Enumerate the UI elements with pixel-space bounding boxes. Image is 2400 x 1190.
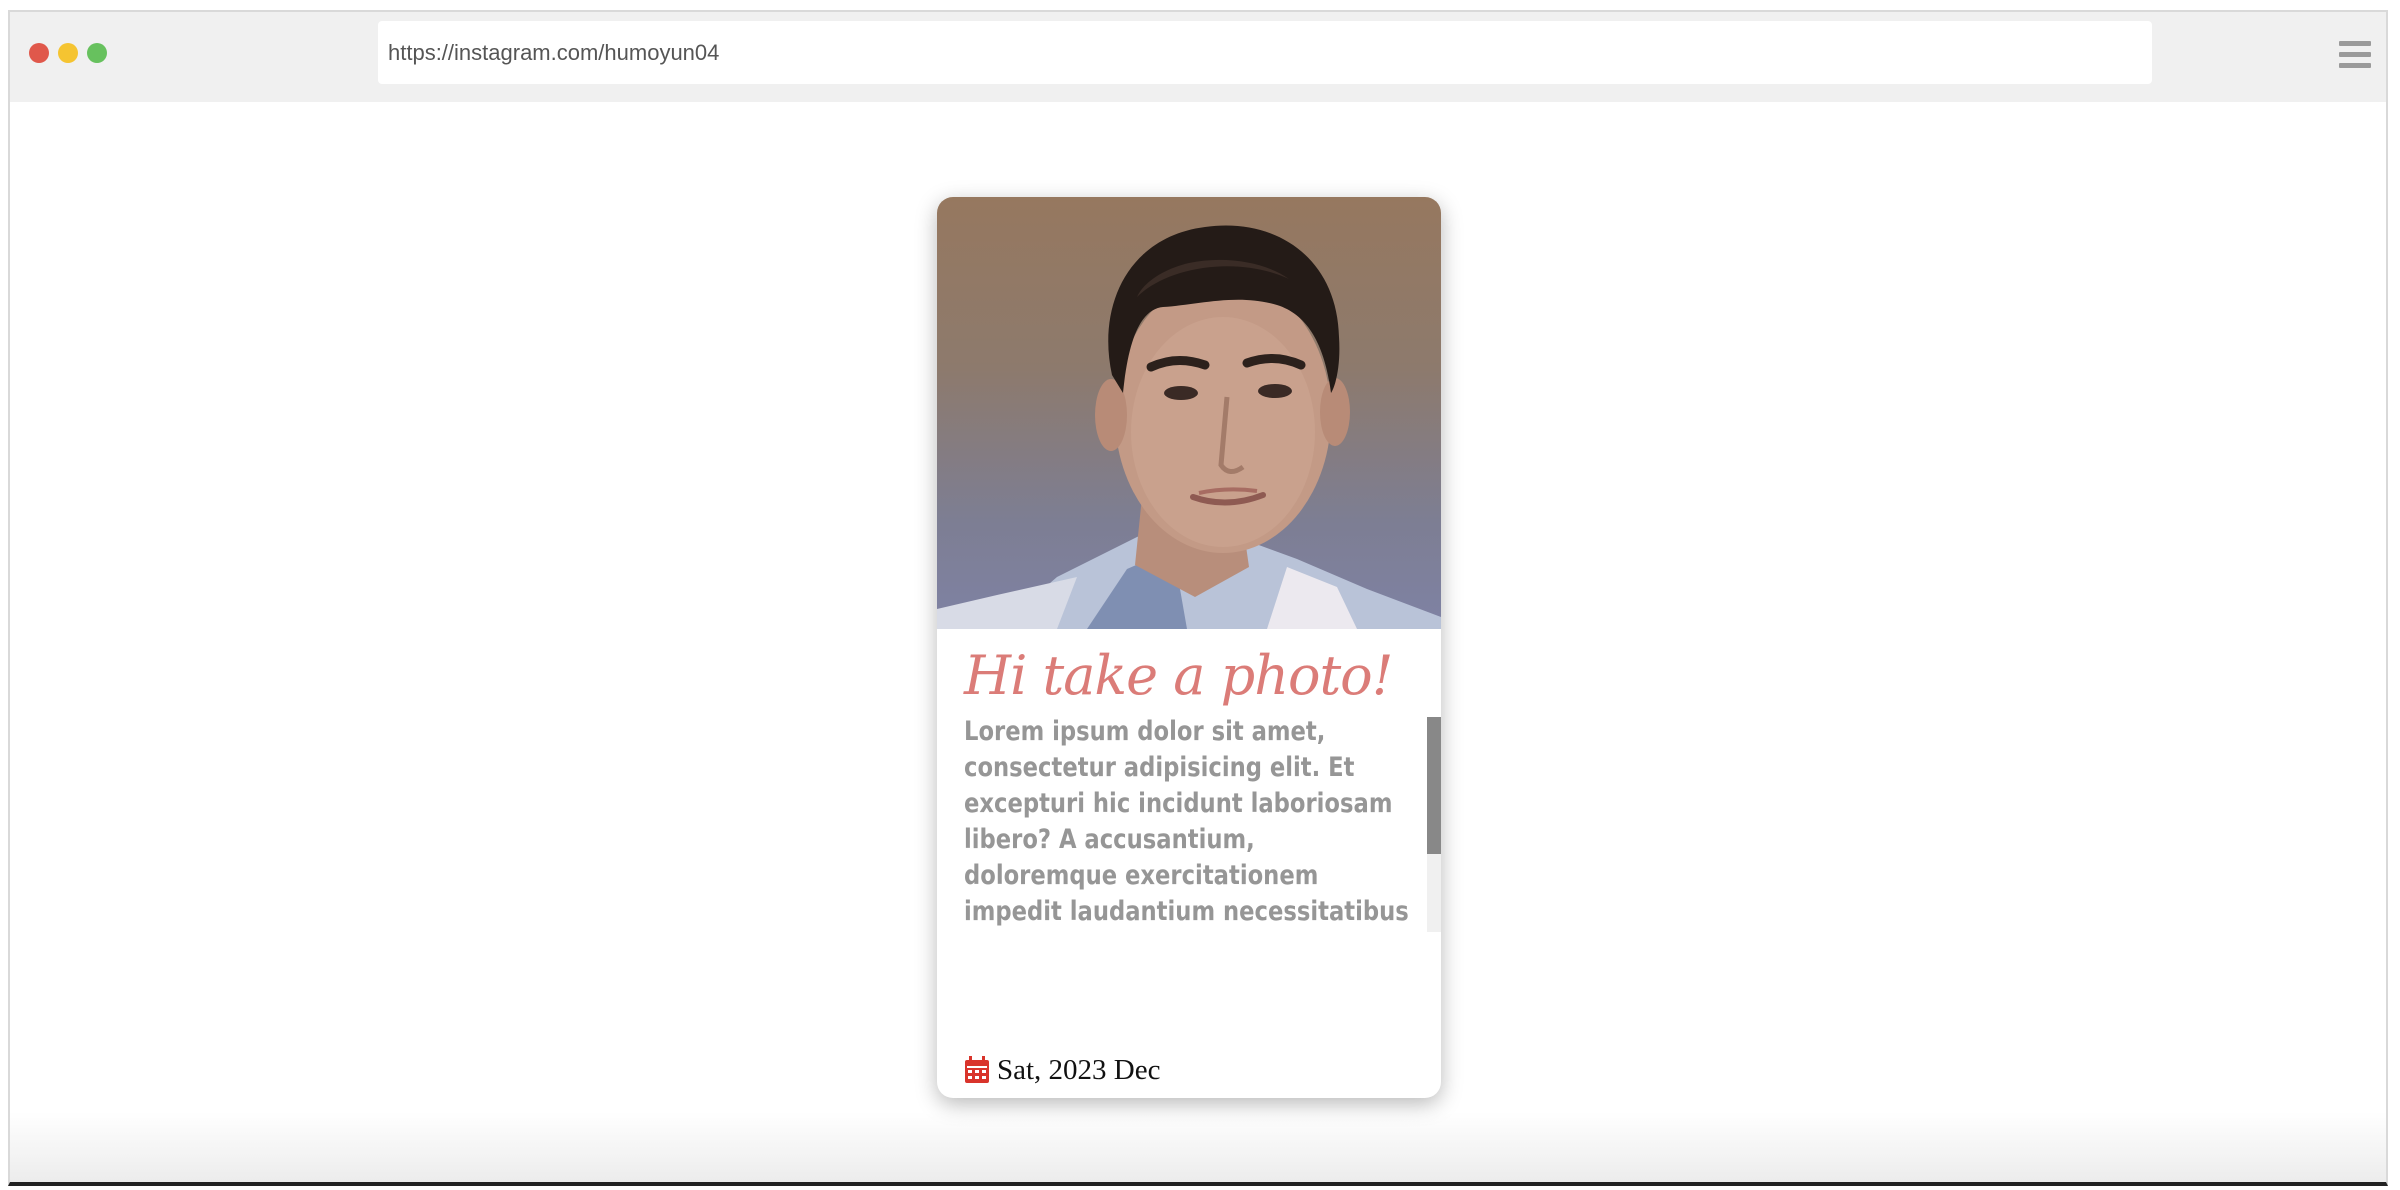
page-bottom-shade xyxy=(10,1112,2386,1182)
scrollbar-thumb[interactable] xyxy=(1427,717,1441,854)
card-description: Lorem ipsum dolor sit amet, consectetur … xyxy=(964,716,1409,927)
address-bar-url: https://instagram.com/humoyun04 xyxy=(388,39,720,65)
address-bar[interactable]: https://instagram.com/humoyun04 xyxy=(378,21,2152,84)
maximize-window-button[interactable] xyxy=(87,43,107,63)
card-description-scroll[interactable]: Lorem ipsum dolor sit amet, consectetur … xyxy=(964,714,1414,932)
calendar-icon xyxy=(965,1056,989,1083)
browser-titlebar: https://instagram.com/humoyun04 xyxy=(10,12,2386,102)
description-scrollbar[interactable] xyxy=(1427,717,1441,932)
post-card: Hi take a photo! Lorem ipsum dolor sit a… xyxy=(937,197,1441,1098)
card-title: Hi take a photo! xyxy=(964,644,1393,707)
profile-photo xyxy=(937,197,1441,629)
minimize-window-button[interactable] xyxy=(58,43,78,63)
hamburger-menu-icon[interactable] xyxy=(2339,41,2371,69)
post-date: Sat, 2023 Dec xyxy=(964,1054,1161,1086)
close-window-button[interactable] xyxy=(29,43,49,63)
post-date-text: Sat, 2023 Dec xyxy=(997,1053,1161,1086)
